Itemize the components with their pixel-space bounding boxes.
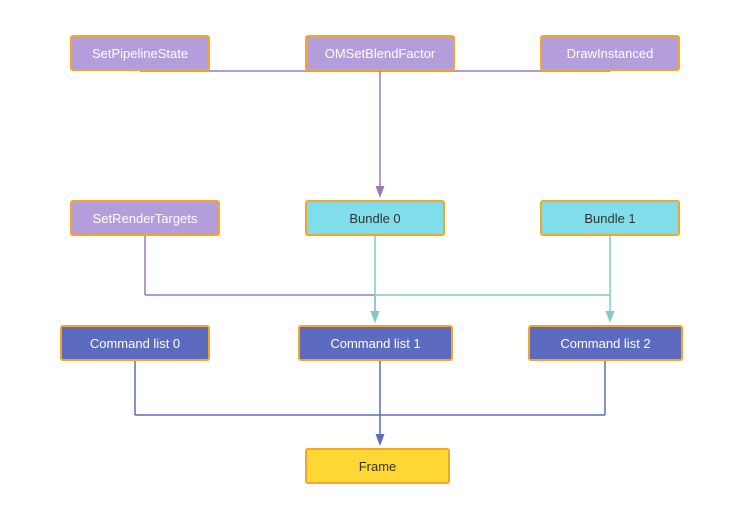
set-render-targets-node: SetRenderTargets — [70, 200, 220, 236]
cmd-list-2-node: Command list 2 — [528, 325, 683, 361]
draw-instanced-node: DrawInstanced — [540, 35, 680, 71]
bundle-1-node: Bundle 1 — [540, 200, 680, 236]
set-pipeline-state-node: SetPipelineState — [70, 35, 210, 71]
cmd-list-0-node: Command list 0 — [60, 325, 210, 361]
frame-node: Frame — [305, 448, 450, 484]
om-set-blend-factor-node: OMSetBlendFactor — [305, 35, 455, 71]
cmd-list-1-node: Command list 1 — [298, 325, 453, 361]
bundle-0-node: Bundle 0 — [305, 200, 445, 236]
diagram: SetPipelineState OMSetBlendFactor DrawIn… — [0, 0, 752, 528]
